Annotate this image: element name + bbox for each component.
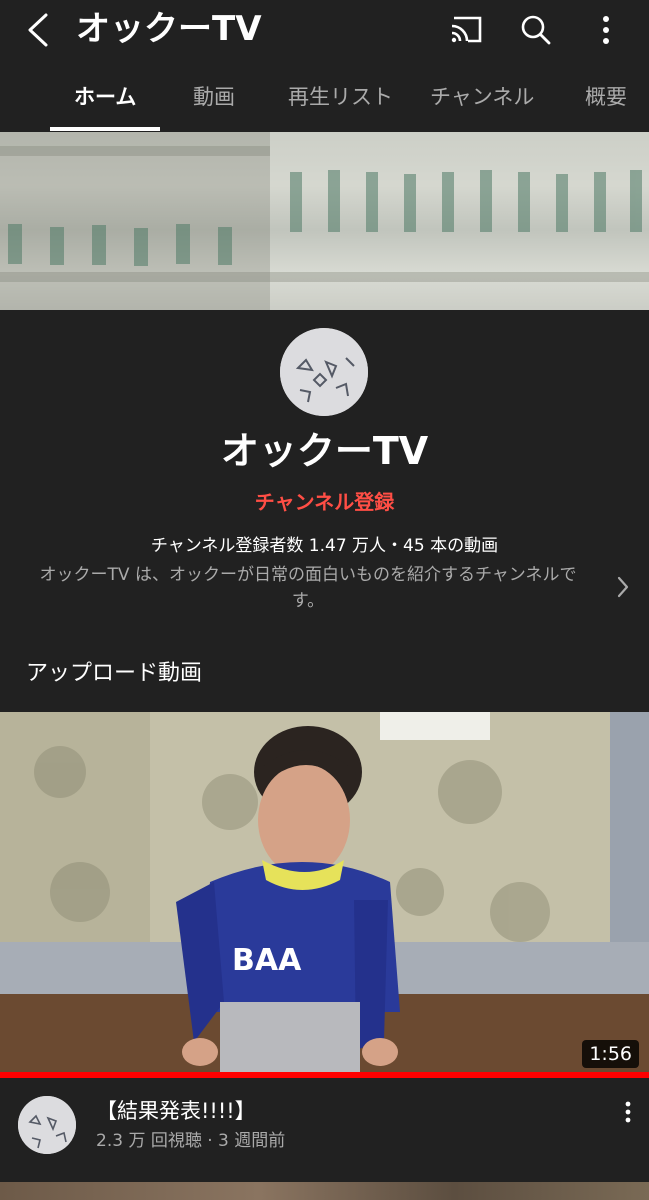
search-button[interactable]	[514, 8, 558, 52]
tab-home[interactable]: ホーム	[74, 82, 136, 112]
cast-icon	[451, 16, 482, 43]
video-title[interactable]: 【結果発表!!!!】	[96, 1094, 256, 1128]
more-options-button[interactable]	[584, 8, 628, 52]
more-vert-icon	[603, 16, 609, 44]
description-expand-button[interactable]	[608, 570, 638, 604]
video-more-button[interactable]	[612, 1096, 644, 1128]
video-duration-badge: 1:56	[582, 1040, 639, 1068]
back-arrow-icon	[28, 13, 48, 47]
watch-progress-bar	[0, 1072, 649, 1078]
thumbnail-image: BAA	[0, 712, 649, 1078]
tab-about[interactable]: 概要	[585, 82, 627, 112]
svg-text:BAA: BAA	[232, 943, 302, 978]
chevron-right-icon	[617, 576, 629, 598]
back-button[interactable]	[18, 10, 58, 50]
active-tab-indicator	[50, 127, 160, 131]
next-video-thumbnail[interactable]	[0, 1182, 649, 1200]
tab-playlists[interactable]: 再生リスト	[288, 82, 393, 112]
search-icon	[521, 15, 551, 45]
more-vert-icon	[625, 1101, 631, 1123]
video-channel-avatar[interactable]	[18, 1096, 76, 1154]
cast-button[interactable]	[444, 8, 488, 52]
video-metadata: 2.3 万 回視聴 · 3 週間前	[96, 1131, 286, 1151]
tab-videos[interactable]: 動画	[193, 82, 235, 112]
avatar-image	[280, 328, 368, 416]
channel-description[interactable]: オックーTV は、オックーが日常の面白いものを紹介するチャンネルです。	[24, 562, 592, 614]
page-title: オックーTV	[76, 9, 262, 49]
video-thumbnail[interactable]: BAA 1:56	[0, 712, 649, 1078]
banner-image	[0, 132, 649, 310]
section-title: アップロード動画	[26, 661, 203, 686]
channel-banner	[0, 132, 649, 310]
subscribe-button[interactable]: チャンネル登録	[0, 487, 649, 517]
channel-name: オックーTV	[220, 429, 429, 473]
channel-page: オックーTV ホーム 動画 再生リスト チャンネル 概要 オックーTV チャンネ…	[0, 0, 649, 1200]
avatar-image	[18, 1096, 76, 1154]
channel-avatar[interactable]	[280, 328, 368, 416]
channel-tabs: ホーム 動画 再生リスト チャンネル 概要	[0, 66, 649, 132]
tab-channels[interactable]: チャンネル	[430, 82, 534, 112]
top-app-bar: オックーTV	[0, 0, 649, 60]
channel-stats: チャンネル登録者数 1.47 万人・45 本の動画	[150, 536, 499, 556]
